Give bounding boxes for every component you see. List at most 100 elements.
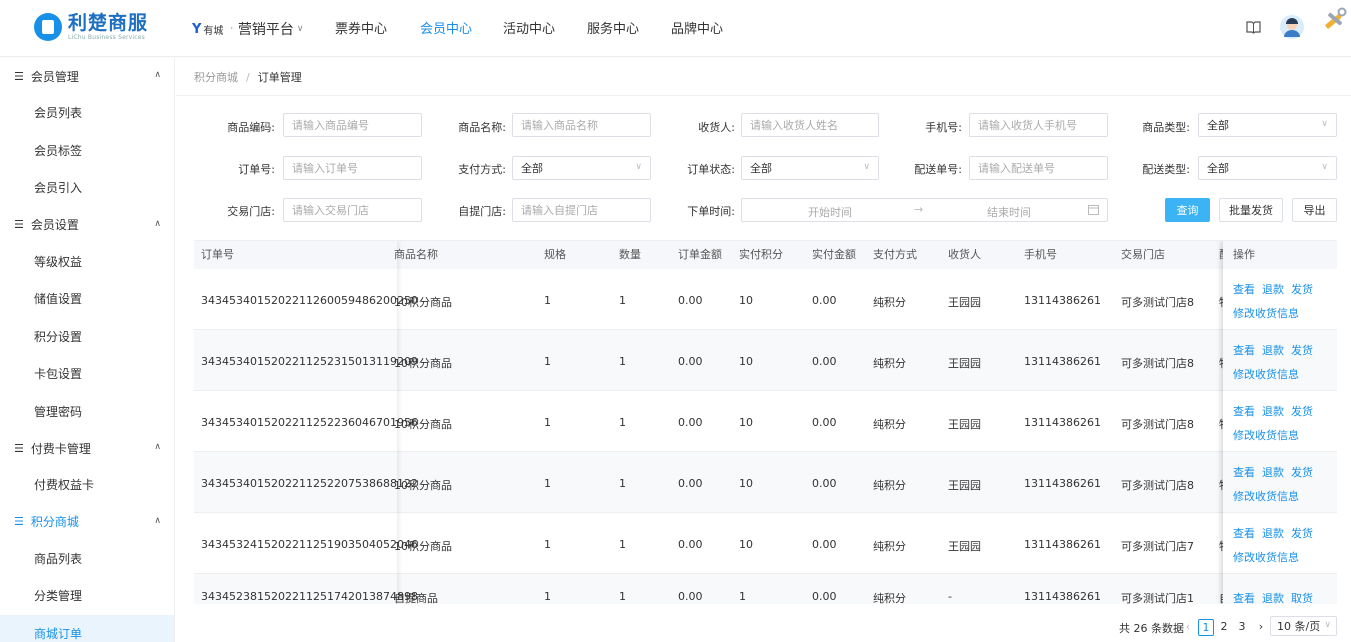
sidebar-item-stored-value[interactable]: 储值设置 — [0, 280, 174, 318]
view-link[interactable]: 查看 — [1233, 525, 1255, 541]
cell-order-amount: 0.00 — [678, 355, 703, 368]
cell-trade-store: 可多测试门店8 — [1121, 357, 1194, 370]
refund-link[interactable]: 退款 — [1262, 342, 1284, 358]
view-link[interactable]: 查看 — [1233, 403, 1255, 419]
cell-paid-amount: 0.00 — [812, 416, 837, 429]
page-3[interactable]: 3 — [1234, 619, 1250, 636]
nav-activity-center[interactable]: 活动中心 — [503, 18, 555, 37]
platform-name: 营销平台 — [237, 22, 294, 38]
cell-goods-name: 自提商品 — [394, 592, 438, 604]
cell-goods-name: 10积分商品 — [394, 418, 452, 431]
ship-link[interactable]: 发货 — [1291, 525, 1313, 541]
order-time-label: 下单时间: — [687, 205, 735, 218]
delivery-type-select[interactable]: 全部 ∨ — [1198, 156, 1337, 180]
end-time-input[interactable]: 结束时间 — [987, 204, 1031, 220]
ship-link[interactable]: 发货 — [1291, 403, 1313, 419]
view-link[interactable]: 查看 — [1233, 342, 1255, 358]
list-icon: ☰ — [14, 218, 24, 231]
ship-link[interactable]: 发货 — [1291, 281, 1313, 297]
edit-address-link[interactable]: 修改收货信息 — [1233, 427, 1299, 443]
prev-page-button[interactable]: ‹ — [1180, 619, 1196, 636]
sidebar-item-level-benefits[interactable]: 等级权益 — [0, 243, 174, 281]
sidebar-group-points-mall[interactable]: ☰ 积分商城 ∧ — [0, 504, 174, 540]
refund-link[interactable]: 退款 — [1262, 403, 1284, 419]
sidebar-group-member-management[interactable]: ☰ 会员管理 ∧ — [0, 58, 174, 94]
goods-type-select[interactable]: 全部 ∨ — [1198, 113, 1337, 137]
cell-paid-points: 10 — [739, 477, 753, 490]
cell-paid-points: 10 — [739, 416, 753, 429]
col-receiver: 收货人 — [948, 241, 981, 269]
col-order-no: 订单号 — [201, 241, 234, 269]
sidebar-item-member-list[interactable]: 会员列表 — [0, 94, 174, 132]
sidebar-item-goods-list[interactable]: 商品列表 — [0, 540, 174, 578]
cell-trade-store: 可多测试门店8 — [1121, 418, 1194, 431]
phone-input[interactable]: 请输入收货人手机号 — [969, 113, 1108, 137]
refund-link[interactable]: 退款 — [1262, 464, 1284, 480]
sidebar-item-card-settings[interactable]: 卡包设置 — [0, 355, 174, 393]
separator-dot: · — [229, 21, 234, 37]
cell-receiver: 王园园 — [948, 418, 981, 431]
view-link[interactable]: 查看 — [1233, 464, 1255, 480]
page-size-select[interactable]: 10 条/页 ∨ — [1270, 616, 1337, 636]
edit-address-link[interactable]: 修改收货信息 — [1233, 366, 1299, 382]
export-button[interactable]: 导出 — [1292, 198, 1337, 222]
view-link[interactable]: 查看 — [1233, 590, 1255, 604]
platform-switcher[interactable]: Y 有城 · 营销平台 ∨ — [192, 19, 303, 39]
refund-link[interactable]: 退款 — [1262, 525, 1284, 541]
edit-address-link[interactable]: 修改收货信息 — [1233, 488, 1299, 504]
refund-link[interactable]: 退款 — [1262, 281, 1284, 297]
edit-address-link[interactable]: 修改收货信息 — [1233, 305, 1299, 321]
order-status-select[interactable]: 全部 ∨ — [741, 156, 879, 180]
goods-code-input[interactable]: 请输入商品编号 — [283, 113, 422, 137]
avatar[interactable] — [1280, 15, 1304, 42]
cell-goods-name: 10积分商品 — [394, 479, 452, 492]
goods-name-input[interactable]: 请输入商品名称 — [512, 113, 651, 137]
sidebar-group-member-settings[interactable]: ☰ 会员设置 ∧ — [0, 207, 174, 243]
refund-link[interactable]: 退款 — [1262, 590, 1284, 604]
cell-goods-name: 10积分商品 — [394, 540, 452, 553]
pickup-store-input[interactable]: 请输入自提门店 — [512, 198, 651, 222]
nav-brand-center[interactable]: 品牌中心 — [671, 18, 723, 37]
page-2[interactable]: 2 — [1216, 619, 1232, 636]
query-button[interactable]: 查询 — [1165, 198, 1210, 222]
sidebar-item-mall-orders[interactable]: 商城订单 — [0, 614, 174, 642]
ops-cell: 查看 退款 发货 修改收货信息 — [1223, 391, 1337, 452]
delivery-no-input[interactable]: 请输入配送单号 — [969, 156, 1108, 180]
start-time-input[interactable]: 开始时间 — [808, 204, 852, 220]
cell-qty: 1 — [619, 294, 626, 307]
nav-ticket-center[interactable]: 票券中心 — [335, 18, 387, 37]
sidebar-group-paid-card[interactable]: ☰ 付费卡管理 ∧ — [0, 430, 174, 466]
trade-store-input[interactable]: 请输入交易门店 — [283, 198, 422, 222]
pay-method-select[interactable]: 全部 ∨ — [512, 156, 651, 180]
sidebar-item-manage-password[interactable]: 管理密码 — [0, 393, 174, 431]
pickup-link[interactable]: 取货 — [1291, 590, 1313, 604]
col-paid-amount: 实付金额 — [812, 241, 856, 269]
sidebar-item-paid-benefit-card[interactable]: 付费权益卡 — [0, 466, 174, 504]
nav-member-center[interactable]: 会员中心 — [420, 18, 472, 37]
table-row: 343453401520221125220753868812​2 10积分商品 … — [194, 452, 1337, 513]
nav-service-center[interactable]: 服务中心 — [587, 18, 639, 37]
page-size-value: 10 条/页 — [1277, 620, 1321, 633]
brand-logo-icon: Y — [192, 21, 202, 37]
tools-icon[interactable] — [1318, 5, 1350, 40]
edit-address-link[interactable]: 修改收货信息 — [1233, 549, 1299, 565]
receiver-input[interactable]: 请输入收货人姓名 — [741, 113, 879, 137]
batch-ship-button[interactable]: 批量发货 — [1219, 198, 1283, 222]
ship-link[interactable]: 发货 — [1291, 464, 1313, 480]
main-content: 积分商城 / 订单管理 商品编码: 请输入商品编号 商品名称: 请输入商品名称 收货… — [176, 58, 1351, 642]
order-time-range[interactable]: 开始时间 → 结束时间 — [741, 198, 1108, 222]
logo[interactable]: 利楚商服 LiChu Business Services — [34, 13, 148, 41]
order-no-input[interactable]: 请输入订单号 — [283, 156, 422, 180]
page-1[interactable]: 1 — [1198, 619, 1214, 636]
ship-link[interactable]: 发货 — [1291, 342, 1313, 358]
cell-trade-store: 可多测试门店8 — [1121, 479, 1194, 492]
breadcrumb-parent[interactable]: 积分商城 — [194, 71, 238, 84]
sidebar-item-member-import[interactable]: 会员引入 — [0, 169, 174, 207]
book-icon[interactable] — [1246, 20, 1261, 37]
sidebar-item-member-tags[interactable]: 会员标签 — [0, 132, 174, 170]
view-link[interactable]: 查看 — [1233, 281, 1255, 297]
sidebar-item-points-settings[interactable]: 积分设置 — [0, 318, 174, 356]
cell-paid-points: 10 — [739, 538, 753, 551]
sidebar-item-category[interactable]: 分类管理 — [0, 577, 174, 615]
next-page-button[interactable]: › — [1253, 619, 1269, 636]
